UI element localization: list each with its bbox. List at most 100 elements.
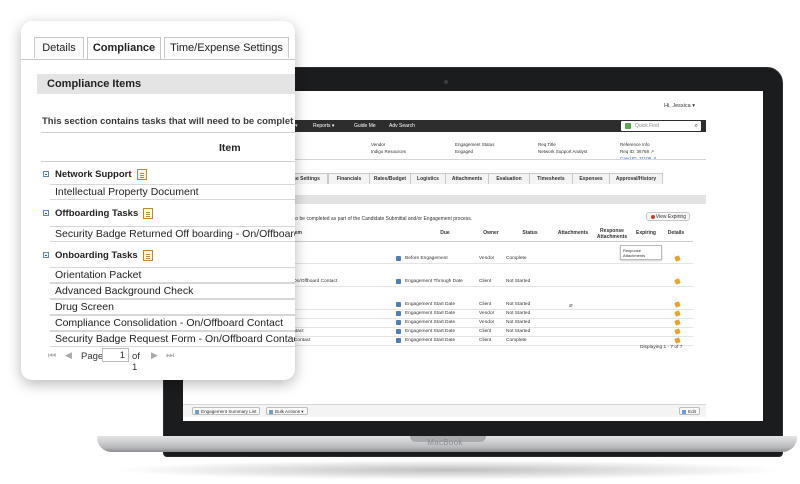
calendar-icon[interactable] [396,311,401,316]
tab-expenses[interactable]: Expenses [572,173,610,184]
laptop-brand: MacBook [427,438,463,447]
col-status[interactable]: Status [508,225,552,242]
group-network-support[interactable]: Network Support [43,169,147,180]
note-icon[interactable] [142,250,153,261]
list-item[interactable]: Security Badge Request Form - On/Offboar… [50,331,295,347]
card-tab-bar: Details Compliance Time/Expense Settings [21,21,295,60]
row-owner: Client [479,302,492,307]
view-expiring-button[interactable]: View Expiring [646,212,690,221]
nav-dropdown[interactable]: ▾ [295,123,298,129]
nav-reports[interactable]: Reports ▾ [313,123,334,129]
details-icon[interactable] [674,328,681,335]
tab-details[interactable]: Details [34,37,84,58]
row-owner: Vendor [479,311,495,316]
col-expiring[interactable]: Expiring [632,225,660,242]
note-icon[interactable] [136,169,147,180]
row-status: Not Started [506,279,531,284]
row-due: Engagement Start Date [405,311,456,316]
tab-evaluation[interactable]: Evaluation [488,173,530,184]
tab-financials[interactable]: Financials [328,173,370,184]
tab-compliance[interactable]: Compliance [87,37,161,59]
collapse-icon[interactable] [43,170,49,177]
details-icon[interactable] [674,255,681,262]
column-item-label: Item [219,142,241,154]
bulk-actions-button[interactable]: Bulk Actions ▾ [266,407,308,415]
col-attachments[interactable]: Attachments [553,225,593,242]
last-page-icon[interactable]: ⏭ [166,350,174,360]
row-owner: Vendor [479,256,495,261]
vendor-label: Vendor [371,142,386,147]
row-status: Not Started [506,311,531,316]
engagement-summary-button[interactable]: Engagement Summary List [192,407,261,415]
tab-attachments[interactable]: Attachments [445,173,489,184]
page-count: of 1 [132,351,140,373]
nav-adv-search[interactable]: Adv Search [389,123,415,129]
list-item[interactable]: Drug Screen [50,299,295,315]
row-owner: Vendor [479,320,495,325]
section-title: Compliance Items [37,74,295,94]
page-label: Page [81,351,104,362]
list-item[interactable]: Security Badge Returned Off boarding - O… [50,226,295,242]
tab-timesheets[interactable]: Timesheets [529,173,573,184]
row-due: Engagement Start Date [405,320,456,325]
section-description: ed to be completed as part of the Candid… [287,216,473,222]
calendar-icon[interactable] [396,279,401,284]
row-status: Complete [506,256,527,261]
row-item: On/Offboard Contact [293,279,338,284]
row-due: Engagement Start Date [405,329,456,334]
edit-button[interactable]: Edit [679,407,700,415]
col-details[interactable]: Details [663,225,689,242]
list-item[interactable]: Advanced Background Check [50,283,295,299]
vendor-value: Indigo Resources [371,149,407,154]
row-due: Engagement Start Date [405,338,456,343]
col-item[interactable]: tem [293,225,313,242]
user-menu[interactable]: Hi, Jessica ▾ [664,103,695,109]
calendar-icon[interactable] [396,329,401,334]
calendar-icon[interactable] [396,302,401,307]
prev-page-icon[interactable]: ◀ [65,350,72,360]
note-icon[interactable] [143,208,154,219]
details-icon[interactable] [674,310,681,317]
tab-logistics[interactable]: Logistics [410,173,446,184]
screen-footer: Engagement Summary List Bulk Actions ▾ E… [183,404,706,417]
first-page-icon[interactable]: ⏮ [48,350,56,360]
details-icon[interactable] [674,278,681,285]
laptop-shadow [110,460,790,480]
collapse-icon[interactable] [43,209,49,216]
col-owner[interactable]: Owner [478,225,504,242]
next-page-icon[interactable]: ▶ [151,350,158,360]
list-item[interactable]: Compliance Consolidation - On/Offboard C… [50,315,295,331]
reference-label: Reference Info [620,142,650,147]
calendar-icon[interactable] [396,256,401,261]
quick-find-input[interactable]: Quick Find ⌕ [621,121,701,131]
column-header[interactable]: Item [41,132,295,162]
tooltip: Response Attachments [620,245,662,260]
row-owner: Client [479,329,492,334]
page-input[interactable]: 1 [102,348,129,362]
list-item[interactable]: Intellectual Property Document [50,184,295,200]
col-due[interactable]: Due [405,225,485,242]
tab-rates-budget[interactable]: Rates/Budget [369,173,411,184]
status-label: Engagement Status [455,142,495,147]
tab-approval-history[interactable]: Approval/History [609,173,663,184]
collapse-icon[interactable] [43,251,49,258]
row-status: Not Started [506,329,531,334]
paperclip-icon[interactable]: ⌀ [569,302,573,309]
row-status: Not Started [506,302,531,307]
compliance-card: Details Compliance Time/Expense Settings… [21,21,295,380]
nav-guide-me[interactable]: Guide Me [354,123,376,129]
details-icon[interactable] [674,301,681,308]
group-onboarding-tasks[interactable]: Onboarding Tasks [43,250,153,261]
group-title: Network Support [55,169,132,181]
tab-time-expense-settings[interactable]: Time/Expense Settings [164,37,289,58]
details-icon[interactable] [674,337,681,344]
req-id-link[interactable]: Req ID: 36768 ↗ [620,148,654,155]
details-icon[interactable] [674,319,681,326]
calendar-icon[interactable] [396,338,401,343]
col-response-attachments[interactable]: Response Attachments [594,228,630,245]
list-item[interactable]: Orientation Packet [50,267,295,283]
calendar-icon[interactable] [396,320,401,325]
status-value: Engaged [455,149,474,154]
group-offboarding-tasks[interactable]: Offboarding Tasks [43,208,154,219]
search-icon[interactable]: ⌕ [695,123,698,129]
